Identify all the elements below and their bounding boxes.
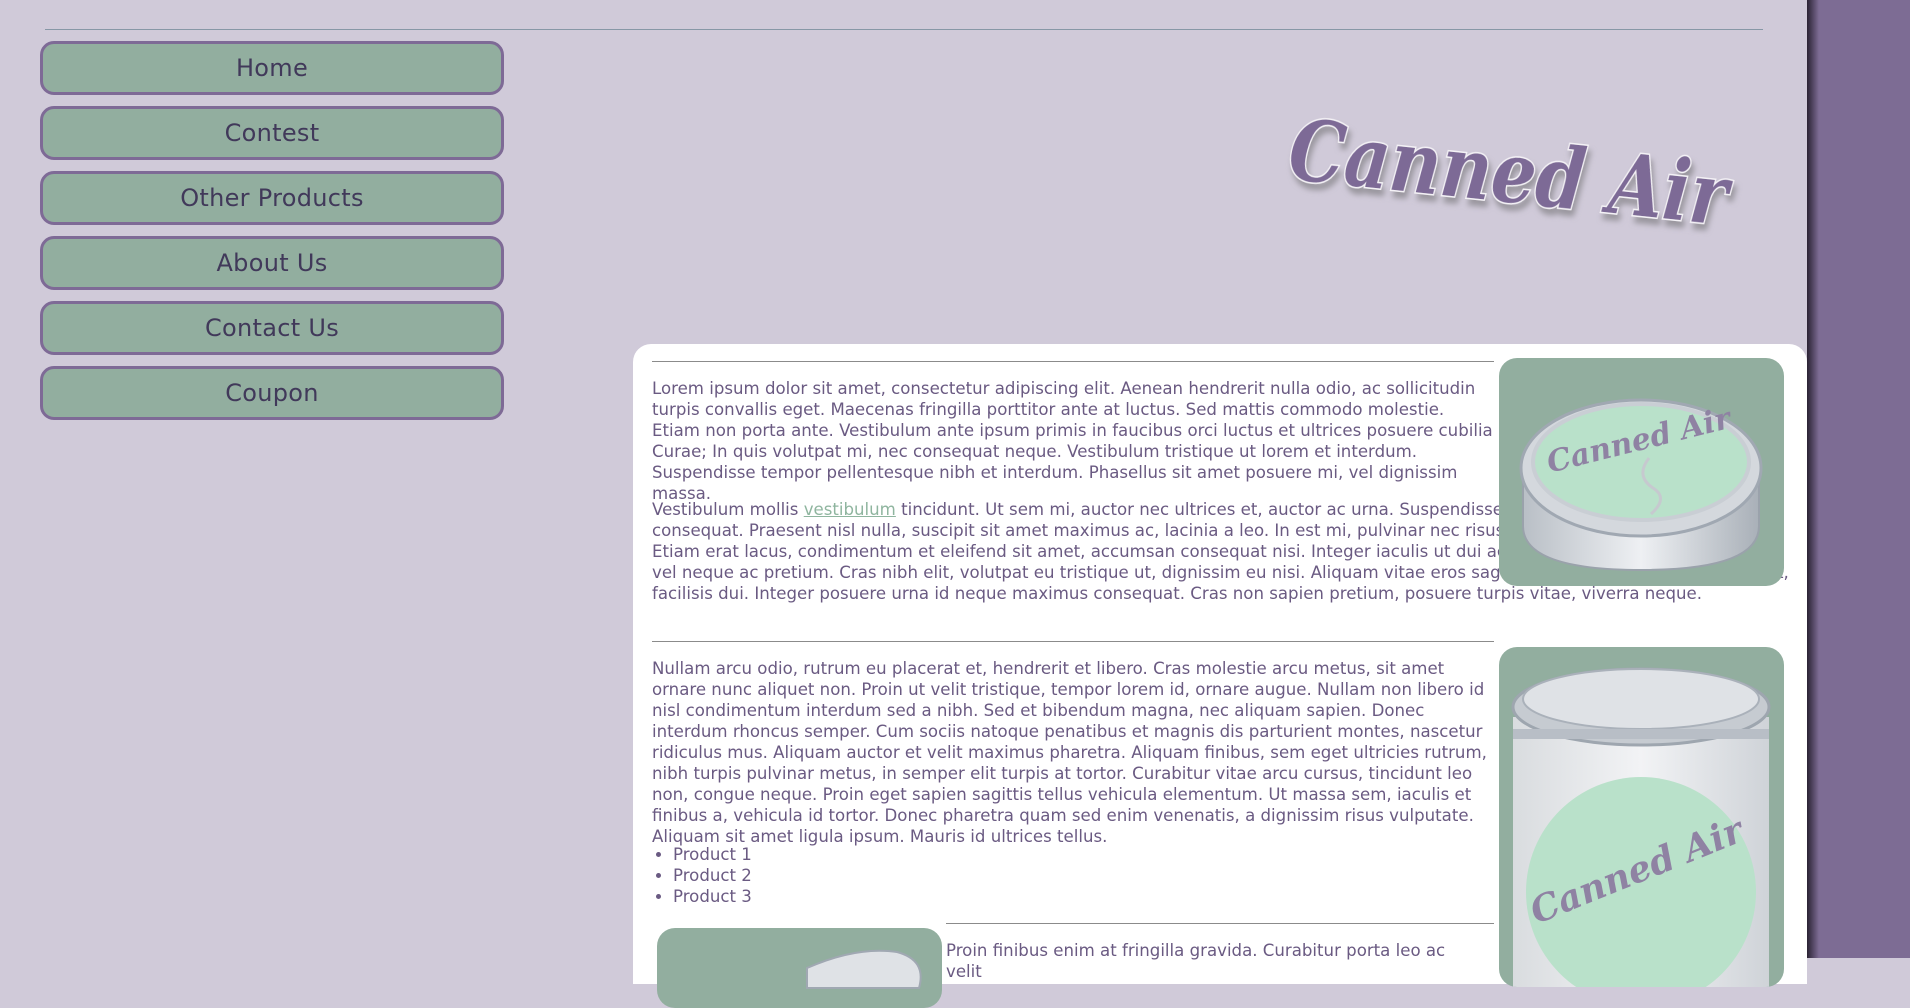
section-divider-2 (652, 641, 1494, 642)
bottom-tin-illustration (806, 949, 922, 989)
header-divider (45, 29, 1763, 30)
intro-paragraph: Lorem ipsum dolor sit amet, consectetur … (652, 379, 1493, 503)
round-tin-illustration: Canned Air (1519, 398, 1763, 572)
product-list-item: Product 3 (673, 886, 752, 907)
product-list-item: Product 1 (673, 844, 752, 865)
nav-about-us-button[interactable]: About Us (40, 236, 504, 290)
logo-text: Canned Air (1285, 100, 1738, 245)
product-list: Product 1 Product 2 Product 3 (646, 844, 752, 907)
product-list-item: Product 2 (673, 865, 752, 886)
product-image-round-tin: Canned Air (1499, 358, 1784, 586)
right-side-band (1807, 0, 1910, 958)
site-logo: Canned Air (1283, 99, 1739, 247)
fourth-paragraph: Proin finibus enim at fringilla gravida.… (946, 941, 1446, 981)
tall-canister-illustration: Canned Air (1511, 667, 1771, 987)
section-divider-1 (652, 361, 1494, 362)
content-panel: Lorem ipsum dolor sit amet, consectetur … (633, 344, 1807, 1008)
para2-text-before: Vestibulum mollis (652, 500, 804, 519)
nav-contest-button[interactable]: Contest (40, 106, 504, 160)
nav-home-button[interactable]: Home (40, 41, 504, 95)
nav-contact-us-button[interactable]: Contact Us (40, 301, 504, 355)
third-paragraph: Nullam arcu odio, rutrum eu placerat et,… (652, 659, 1487, 846)
main-nav: Home Contest Other Products About Us Con… (40, 41, 504, 431)
product-image-bottom (657, 928, 942, 1008)
product-image-tall-canister: Canned Air (1499, 647, 1784, 987)
nav-other-products-button[interactable]: Other Products (40, 171, 504, 225)
vestibulum-link[interactable]: vestibulum (804, 500, 896, 519)
nav-coupon-button[interactable]: Coupon (40, 366, 504, 420)
right-side-shadow (1807, 0, 1819, 958)
section-divider-3 (946, 923, 1494, 924)
